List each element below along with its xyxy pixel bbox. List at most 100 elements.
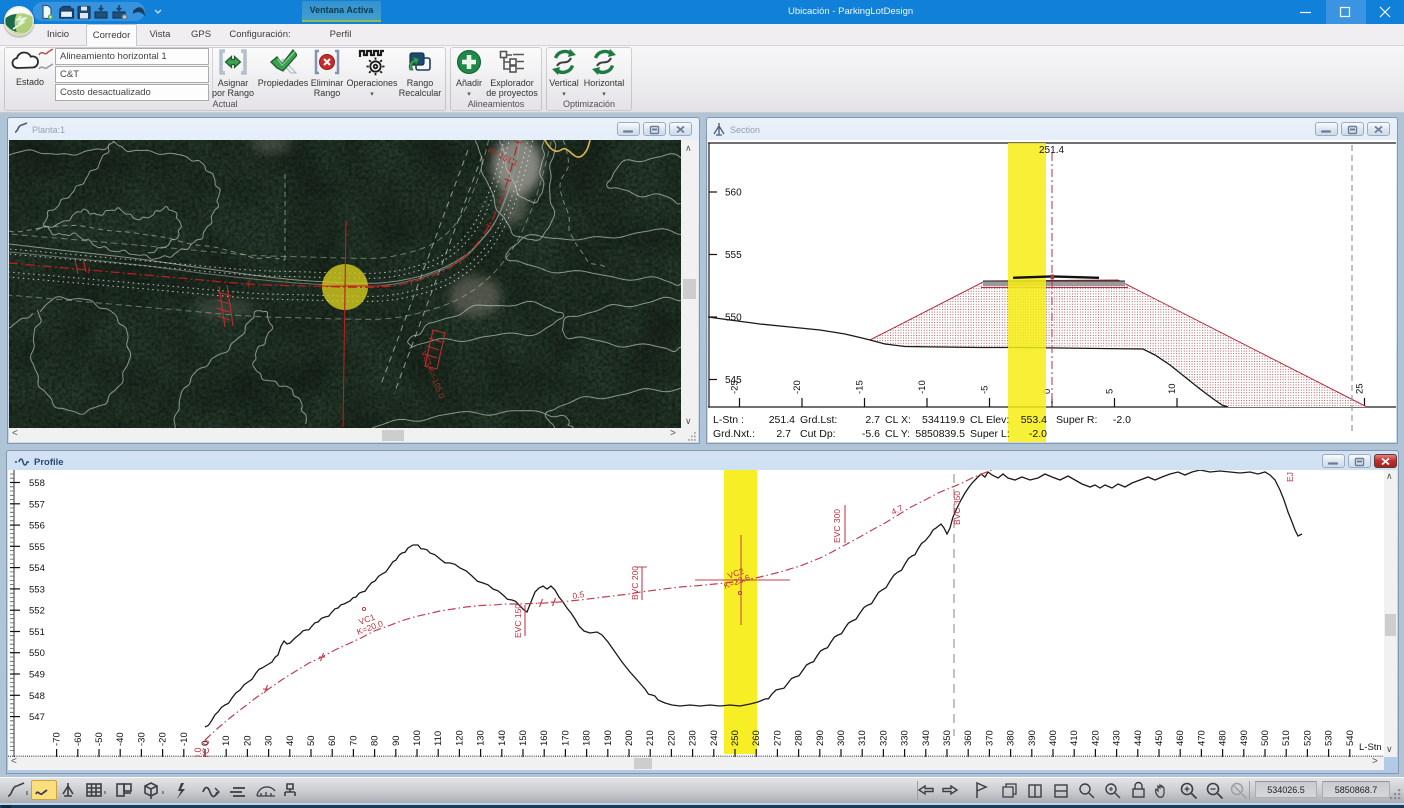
- svg-text:100: 100: [412, 730, 423, 746]
- svg-text:180: 180: [582, 730, 593, 746]
- svg-text:2.7: 2.7: [865, 414, 880, 426]
- svg-text:557: 557: [29, 499, 45, 510]
- svg-text:310: 310: [857, 730, 868, 746]
- svg-text:-10: -10: [917, 380, 928, 394]
- svg-text:510: 510: [1281, 730, 1292, 746]
- svg-text:Super L:: Super L:: [970, 428, 1010, 440]
- svg-text:547: 547: [29, 712, 45, 723]
- svg-text:440: 440: [1133, 730, 1144, 746]
- svg-text:BVC 200: BVC 200: [630, 566, 640, 600]
- svg-text:540: 540: [1345, 730, 1356, 746]
- svg-text:L-Stn: L-Stn: [1359, 742, 1382, 753]
- svg-text:-20: -20: [158, 732, 169, 746]
- svg-text:200: 200: [624, 730, 635, 746]
- svg-text:20: 20: [242, 735, 253, 746]
- svg-text:210: 210: [645, 730, 656, 746]
- svg-text:555: 555: [725, 250, 742, 261]
- svg-text:260: 260: [751, 730, 762, 746]
- svg-text:390: 390: [1027, 730, 1038, 746]
- svg-text:480: 480: [1218, 730, 1229, 746]
- svg-text:240: 240: [709, 730, 720, 746]
- svg-text:500: 500: [1260, 730, 1271, 746]
- svg-text:170: 170: [560, 730, 571, 746]
- svg-text:553.4: 553.4: [1021, 414, 1047, 426]
- svg-text:548: 548: [29, 691, 45, 702]
- svg-text:Cut Dp:: Cut Dp:: [800, 428, 836, 440]
- svg-text:2.7: 2.7: [776, 428, 791, 440]
- svg-text:130: 130: [476, 730, 487, 746]
- svg-text:-70: -70: [52, 732, 63, 746]
- svg-text:160: 160: [539, 730, 550, 746]
- svg-text:-5.6: -5.6: [862, 428, 880, 440]
- svg-text:490: 490: [1239, 730, 1250, 746]
- svg-text:558: 558: [29, 478, 45, 489]
- svg-text:550: 550: [29, 648, 45, 659]
- svg-text:270: 270: [772, 730, 783, 746]
- svg-text:551: 551: [29, 627, 45, 638]
- svg-text:-2.0: -2.0: [1113, 414, 1131, 426]
- svg-text:340: 340: [921, 730, 932, 746]
- svg-text:520: 520: [1302, 730, 1313, 746]
- svg-text:BVC 350: BVC 350: [952, 491, 962, 525]
- svg-text:120: 120: [454, 730, 465, 746]
- svg-text:460: 460: [1175, 730, 1186, 746]
- svg-text:Grd.Nxt.:: Grd.Nxt.:: [713, 428, 755, 440]
- svg-text:140: 140: [497, 730, 508, 746]
- svg-text:430: 430: [1112, 730, 1123, 746]
- svg-text:400: 400: [1048, 730, 1059, 746]
- svg-text:EVC 150: EVC 150: [513, 604, 523, 638]
- svg-text:350: 350: [942, 730, 953, 746]
- svg-text:110: 110: [433, 731, 444, 746]
- svg-text:470: 470: [1196, 730, 1207, 746]
- svg-text:534119.9: 534119.9: [922, 414, 965, 426]
- svg-text:552: 552: [29, 606, 45, 617]
- svg-text:5850839.5: 5850839.5: [915, 428, 965, 440]
- svg-text:251.4: 251.4: [1039, 145, 1064, 156]
- svg-text:L-Stn :: L-Stn :: [713, 414, 744, 426]
- svg-text:320: 320: [878, 730, 889, 746]
- svg-text:10: 10: [1167, 383, 1178, 394]
- svg-text:-30: -30: [136, 732, 147, 746]
- svg-text:50: 50: [306, 735, 317, 746]
- svg-text:10: 10: [221, 735, 232, 746]
- svg-text:420: 420: [1090, 730, 1101, 746]
- svg-text:300: 300: [836, 730, 847, 746]
- svg-text:553: 553: [29, 584, 45, 595]
- svg-text:556: 556: [29, 521, 45, 532]
- svg-text:-20: -20: [792, 380, 803, 394]
- svg-text:-60: -60: [73, 732, 84, 746]
- svg-text:5: 5: [1105, 389, 1116, 394]
- svg-text:40: 40: [285, 735, 296, 746]
- svg-text:220: 220: [666, 730, 677, 746]
- svg-text:30: 30: [264, 735, 275, 746]
- svg-text:Super R:: Super R:: [1056, 414, 1097, 426]
- svg-text:280: 280: [794, 730, 805, 746]
- svg-text:150: 150: [518, 730, 529, 746]
- svg-text:360: 360: [963, 730, 974, 746]
- svg-text:230: 230: [688, 730, 699, 746]
- svg-text:EVC 300: EVC 300: [832, 509, 842, 543]
- svg-text:190: 190: [603, 730, 614, 746]
- svg-text:549: 549: [29, 670, 45, 681]
- svg-text:25: 25: [1355, 383, 1366, 394]
- svg-text:-25: -25: [730, 380, 741, 394]
- svg-text:330: 330: [900, 730, 911, 746]
- svg-text:560: 560: [725, 188, 742, 199]
- svg-text:-40: -40: [115, 732, 126, 746]
- svg-text:Grd.Lst:: Grd.Lst:: [800, 414, 837, 426]
- svg-text:450: 450: [1154, 730, 1165, 746]
- svg-text:-2.0: -2.0: [1029, 428, 1047, 440]
- svg-text:380: 380: [1006, 730, 1017, 746]
- svg-text:370: 370: [984, 730, 995, 746]
- svg-text:EJ: EJ: [1285, 472, 1295, 482]
- svg-text:-5: -5: [980, 386, 991, 394]
- svg-text:CL X:: CL X:: [885, 414, 911, 426]
- svg-text:60: 60: [327, 735, 338, 746]
- svg-text:555: 555: [29, 542, 45, 553]
- svg-text:0.0: 0.0: [193, 747, 203, 757]
- svg-text:CL Elev:: CL Elev:: [970, 414, 1009, 426]
- svg-text:290: 290: [815, 730, 826, 746]
- svg-text:554: 554: [29, 563, 45, 574]
- svg-text:250: 250: [730, 730, 741, 746]
- svg-text:-50: -50: [94, 732, 105, 746]
